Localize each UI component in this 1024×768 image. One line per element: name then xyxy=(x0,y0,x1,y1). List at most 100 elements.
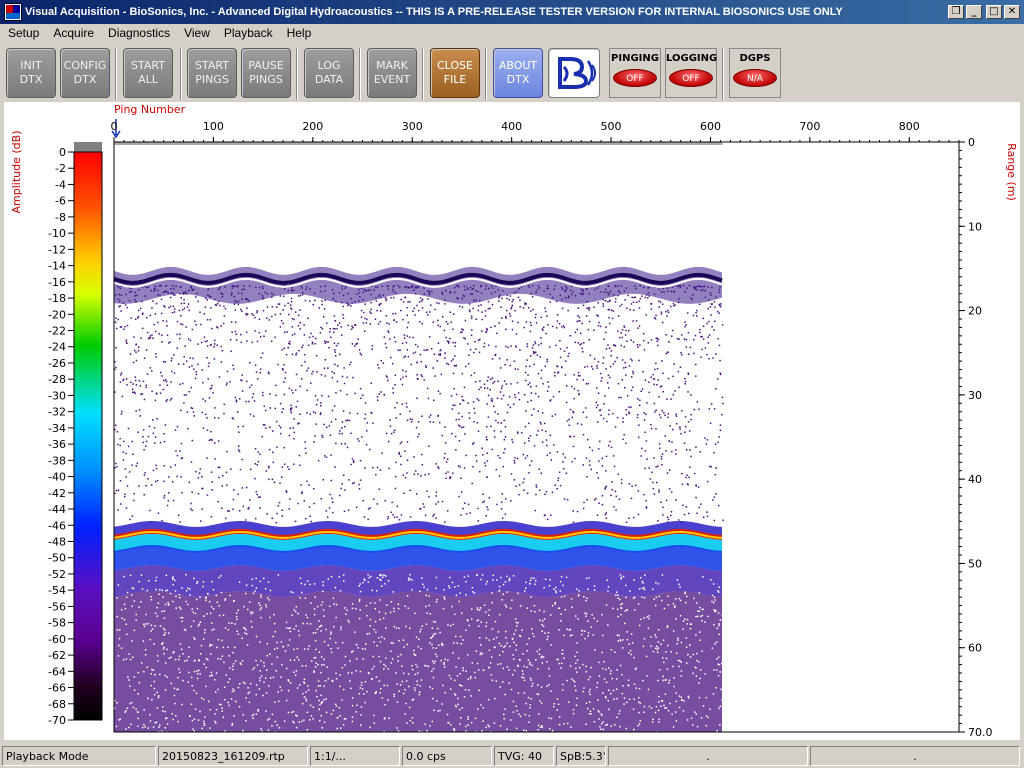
echo-speckle xyxy=(255,713,258,716)
echo-speckle xyxy=(595,401,598,404)
echo-speckle xyxy=(575,704,578,707)
menu-playback[interactable]: Playback xyxy=(216,26,279,40)
restore-icon[interactable]: ❐ xyxy=(948,5,964,19)
echo-speckle xyxy=(611,677,614,680)
echo-speckle xyxy=(244,632,246,634)
echo-speckle xyxy=(624,334,627,336)
echo-speckle xyxy=(459,672,461,675)
maximize-icon[interactable]: □ xyxy=(986,5,1002,19)
echo-speckle xyxy=(588,701,591,703)
close-icon[interactable]: ✕ xyxy=(1004,5,1020,19)
echo-speckle xyxy=(550,717,553,720)
echo-speckle xyxy=(329,331,331,333)
menu-help[interactable]: Help xyxy=(279,26,318,40)
echo-speckle xyxy=(407,301,409,303)
echo-speckle xyxy=(398,519,401,521)
echo-speckle xyxy=(297,502,299,505)
echo-speckle xyxy=(360,714,362,716)
echo-speckle xyxy=(183,302,185,304)
echo-speckle xyxy=(452,328,454,331)
echo-speckle xyxy=(599,409,602,411)
menu-setup[interactable]: Setup xyxy=(0,26,45,40)
echo-speckle xyxy=(543,586,545,589)
echo-speckle xyxy=(493,436,496,438)
echo-speckle xyxy=(692,314,695,317)
echo-speckle xyxy=(547,381,549,383)
echo-speckle xyxy=(443,589,445,591)
menu-acquire[interactable]: Acquire xyxy=(45,26,100,40)
config-dtx-button[interactable]: CONFIG DTX xyxy=(60,48,110,98)
echo-speckle xyxy=(406,349,409,351)
echo-speckle xyxy=(684,321,686,323)
echo-speckle xyxy=(346,446,349,449)
echo-speckle xyxy=(696,309,698,312)
echo-speckle xyxy=(687,372,689,374)
echo-speckle xyxy=(413,473,416,476)
echo-speckle xyxy=(146,373,149,375)
echo-speckle xyxy=(199,621,202,623)
echo-speckle xyxy=(432,697,434,700)
echo-speckle xyxy=(343,367,345,369)
echo-speckle xyxy=(687,653,689,656)
echo-speckle xyxy=(340,626,342,628)
minimize-icon[interactable]: _ xyxy=(966,5,982,19)
menu-view[interactable]: View xyxy=(176,26,216,40)
echo-speckle xyxy=(432,367,434,369)
echo-speckle xyxy=(248,691,251,693)
log-data-button[interactable]: LOG DATA xyxy=(304,48,354,98)
echo-speckle xyxy=(620,576,623,579)
echo-speckle xyxy=(515,644,518,646)
echo-speckle xyxy=(290,711,293,714)
echogram-plot[interactable]: Ping Number Amplitude (dB) Range (m) 0-2… xyxy=(4,102,1020,740)
echo-speckle xyxy=(655,314,657,317)
echo-speckle xyxy=(165,380,168,383)
start-pings-button[interactable]: START PINGS xyxy=(187,48,237,98)
echo-speckle xyxy=(419,297,422,299)
echo-speckle xyxy=(174,429,177,431)
echo-speckle xyxy=(271,663,273,665)
start-all-button[interactable]: START ALL xyxy=(123,48,173,98)
mark-event-button[interactable]: MARK EVENT xyxy=(367,48,417,98)
echo-speckle xyxy=(363,693,365,695)
echo-speckle xyxy=(619,710,621,712)
echo-speckle xyxy=(502,681,504,683)
echo-speckle xyxy=(718,623,720,625)
echo-speckle xyxy=(416,374,418,376)
echo-speckle xyxy=(678,597,680,600)
echo-speckle xyxy=(540,336,542,339)
echo-speckle xyxy=(144,649,147,651)
about-dtx-button[interactable]: ABOUT DTX xyxy=(493,48,543,98)
pause-pings-button[interactable]: PAUSE PINGS xyxy=(241,48,291,98)
echo-speckle xyxy=(512,441,514,443)
echo-speckle xyxy=(299,577,302,580)
echo-speckle xyxy=(333,349,336,351)
amplitude-tick-label: -20 xyxy=(48,308,66,321)
range-axis-title: Range (m) xyxy=(1005,143,1018,201)
echo-speckle xyxy=(179,333,181,335)
echo-speckle xyxy=(416,361,418,364)
echo-speckle xyxy=(651,721,654,723)
echo-speckle xyxy=(687,420,690,423)
echo-speckle xyxy=(449,688,452,690)
biosonics-logo-button[interactable] xyxy=(548,48,600,98)
echo-speckle xyxy=(641,596,643,598)
echo-speckle xyxy=(163,633,166,636)
close-file-button[interactable]: CLOSE FILE xyxy=(430,48,480,98)
echo-speckle xyxy=(255,577,257,580)
echo-speckle xyxy=(381,452,383,454)
echo-speckle xyxy=(259,371,262,374)
echo-speckle xyxy=(290,409,292,412)
echo-speckle xyxy=(166,384,169,386)
app-icon[interactable] xyxy=(4,3,22,21)
init-dtx-button[interactable]: INIT DTX xyxy=(6,48,56,98)
echo-speckle xyxy=(191,509,194,512)
echo-speckle xyxy=(566,498,569,501)
menu-diagnostics[interactable]: Diagnostics xyxy=(100,26,176,40)
echo-speckle xyxy=(585,315,588,317)
echo-speckle xyxy=(561,652,564,655)
echo-speckle xyxy=(535,313,537,316)
echo-speckle xyxy=(576,320,579,323)
echo-speckle xyxy=(429,686,431,688)
echo-speckle xyxy=(518,493,520,496)
echo-speckle xyxy=(132,391,134,394)
